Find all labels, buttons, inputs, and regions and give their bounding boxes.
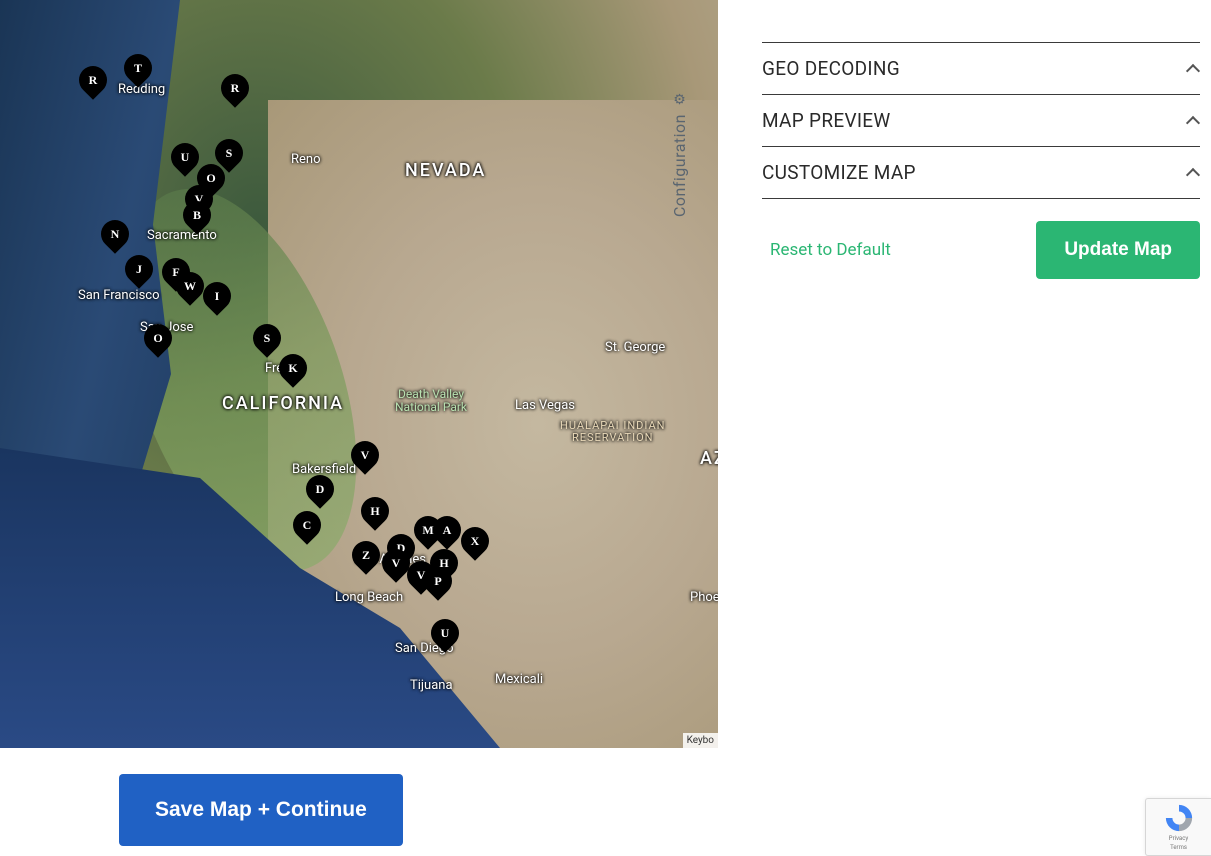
map-marker[interactable]: R [215, 68, 255, 108]
save-map-continue-button[interactable]: Save Map + Continue [119, 774, 403, 846]
actions-row: Reset to Default Update Map [762, 199, 1200, 279]
section-title: CUSTOMIZE MAP [762, 161, 916, 184]
map-attribution: Keybo [683, 733, 718, 748]
map-marker-letter: I [203, 282, 231, 310]
map-marker[interactable]: S [247, 318, 287, 358]
map-marker[interactable]: R [73, 60, 113, 100]
recaptcha-badge[interactable]: Privacy Terms [1145, 798, 1211, 856]
recaptcha-privacy: Privacy [1169, 835, 1188, 842]
map-marker-letter: Z [352, 541, 380, 569]
map-marker-letter: U [431, 619, 459, 647]
map-marker-letter: R [221, 74, 249, 102]
map-marker[interactable]: T [118, 48, 158, 88]
map-marker-letter: T [124, 54, 152, 82]
chevron-up-icon [1186, 166, 1200, 180]
gear-icon: ⚙ [673, 92, 686, 108]
map-marker-letter: H [361, 497, 389, 525]
map-marker-letter: X [461, 527, 489, 555]
update-map-button[interactable]: Update Map [1036, 221, 1200, 279]
map-marker[interactable]: I [197, 276, 237, 316]
map-marker-letter: A [433, 516, 461, 544]
recaptcha-terms: Terms [1170, 844, 1187, 851]
map-marker[interactable]: X [455, 521, 495, 561]
map-marker[interactable]: N [95, 214, 135, 254]
map-preview[interactable]: ReddingRenoNEVADASacramentoSan Francisco… [0, 0, 718, 748]
map-marker-letter: S [253, 324, 281, 352]
map-marker[interactable]: D [300, 469, 340, 509]
map-marker[interactable]: V [345, 435, 385, 475]
side-panel: GEO DECODING MAP PREVIEW CUSTOMIZE MAP Res… [762, 42, 1200, 279]
configuration-tab[interactable]: ⚙ Configuration [670, 92, 689, 217]
map-marker-letter: B [183, 201, 211, 229]
reset-to-default-link[interactable]: Reset to Default [770, 240, 891, 260]
section-header[interactable]: MAP PREVIEW [762, 94, 1200, 146]
map-marker-letter: R [79, 66, 107, 94]
map-marker-letter: C [293, 511, 321, 539]
section-title: GEO DECODING [762, 57, 900, 80]
chevron-up-icon [1186, 62, 1200, 76]
section-title: MAP PREVIEW [762, 109, 891, 132]
map-marker-letter: V [351, 441, 379, 469]
map-marker[interactable]: J [119, 249, 159, 289]
map-marker[interactable]: U [425, 613, 465, 653]
map-terrain [0, 0, 718, 748]
recaptcha-icon [1164, 803, 1194, 833]
map-marker[interactable]: H [355, 491, 395, 531]
map-marker[interactable]: B [177, 195, 217, 235]
map-marker[interactable]: Z [346, 535, 386, 575]
map-marker-letter: W [176, 272, 204, 300]
map-marker-letter: J [125, 255, 153, 283]
map-marker[interactable]: P [418, 561, 458, 601]
map-marker[interactable]: K [273, 348, 313, 388]
map-marker[interactable]: O [138, 318, 178, 358]
section-header[interactable]: GEO DECODING [762, 42, 1200, 94]
map-marker-letter: D [306, 475, 334, 503]
map-marker[interactable]: C [287, 505, 327, 545]
map-marker-letter: U [171, 143, 199, 171]
map-marker-letter: N [101, 220, 129, 248]
chevron-up-icon [1186, 114, 1200, 128]
configuration-tab-label: Configuration [670, 114, 689, 217]
map-marker-letter: P [424, 567, 452, 595]
map-marker-letter: O [144, 324, 172, 352]
map-marker-letter: K [279, 354, 307, 382]
map-marker-letter: S [215, 139, 243, 167]
section-header[interactable]: CUSTOMIZE MAP [762, 146, 1200, 199]
